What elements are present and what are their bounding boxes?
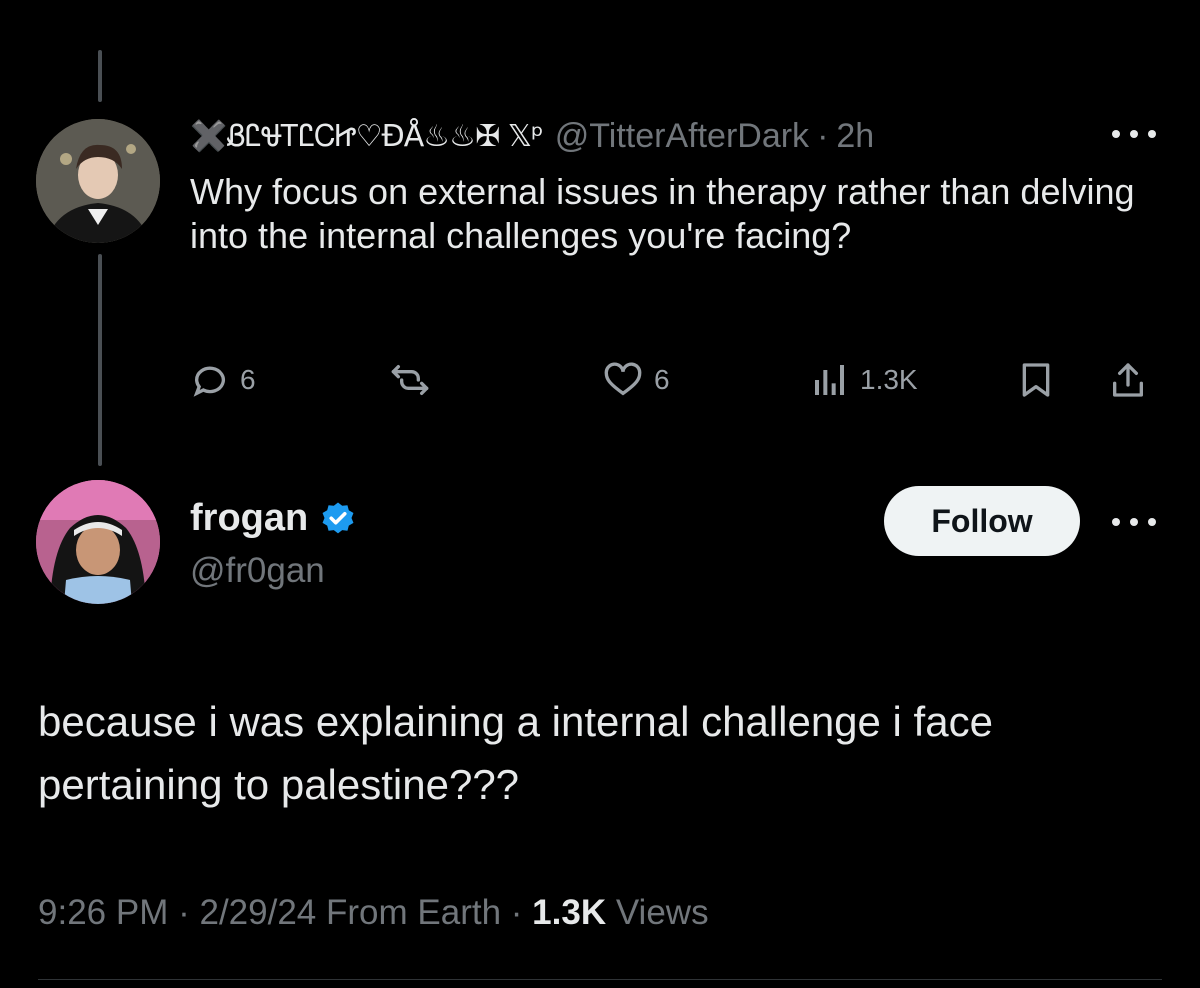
views-button[interactable]: 1.3K	[810, 355, 918, 405]
tweet-views-label: Views	[615, 893, 709, 932]
reply-text: Why focus on external issues in therapy …	[190, 171, 1135, 256]
reply-avatar[interactable]	[36, 119, 160, 243]
reply-more-icon[interactable]	[1112, 124, 1156, 144]
bookmark-icon	[1022, 363, 1050, 397]
reply-icon	[193, 366, 225, 397]
repost-icon	[391, 365, 429, 395]
reply-separator: ·	[817, 116, 829, 155]
tweet-meta: 9:26 PM · 2/29/24 From Earth · 1.3K View…	[38, 893, 709, 933]
thread-line	[98, 254, 102, 466]
thread-line-top	[98, 50, 102, 102]
author-more-icon[interactable]	[1112, 512, 1156, 532]
tweet-date[interactable]: 2/29/24	[199, 893, 316, 932]
like-button[interactable]: 6	[602, 355, 670, 405]
author-display-name[interactable]: frogan	[190, 497, 308, 540]
tweet-views-count: 1.3K	[532, 893, 607, 932]
verified-badge-icon	[322, 502, 354, 533]
tweet-time[interactable]: 9:26 PM	[38, 893, 168, 932]
meta-dot-2: ·	[510, 893, 523, 932]
share-icon	[1113, 363, 1143, 397]
views-icon	[815, 365, 844, 395]
reply-button[interactable]: 6	[190, 355, 256, 405]
reply-count: 6	[240, 364, 256, 395]
author-name-row: frogan	[190, 497, 356, 540]
tweet-text: because i was explaining a internal chal…	[38, 698, 993, 808]
bookmark-button[interactable]	[1016, 355, 1056, 405]
like-icon	[604, 362, 642, 396]
divider	[38, 979, 1162, 980]
follow-button[interactable]: Follow	[884, 486, 1080, 556]
like-count: 6	[654, 364, 670, 395]
author-handle[interactable]: @fr0gan	[190, 551, 325, 591]
reply-display-name[interactable]: ✖️ᏰᏝᏠᎢᏝᏟᏥ♡ĐÅ♨♨✠ 𝕏ᵖ	[190, 119, 544, 154]
author-avatar[interactable]	[36, 480, 160, 604]
reply-handle[interactable]: @TitterAfterDark	[555, 117, 809, 156]
reply-header: ✖️ᏰᏝᏠᎢᏝᏟᏥ♡ĐÅ♨♨✠ 𝕏ᵖ @TitterAfterDark · 2h	[190, 108, 1110, 164]
repost-button[interactable]	[388, 355, 442, 405]
reply-action-bar: 6 6 1.3K	[190, 355, 1160, 405]
views-count: 1.3K	[860, 364, 918, 395]
reply-time[interactable]: 2h	[836, 117, 874, 156]
tweet-location: From Earth	[326, 893, 502, 932]
meta-dot-1: ·	[178, 893, 190, 932]
share-button[interactable]	[1108, 355, 1148, 405]
